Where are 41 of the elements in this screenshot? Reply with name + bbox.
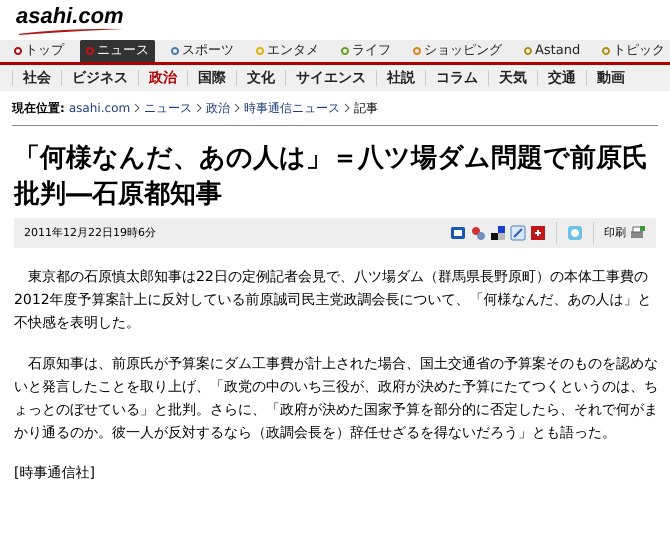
article-title: 「何様なんだ、あの人は」＝八ツ場ダム問題で前原氏批判―石原都知事 bbox=[14, 142, 649, 211]
article-paragraph: 東京都の石原慎太郎知事は22日の定例記者会見で、八ツ場ダム（群馬県長野原町）の本体工事費の2012年度予算案計上に反対している前原誠司民主党政調会長について、「何様なんだ、あの人は」と不快感を表明した。 bbox=[14, 268, 653, 333]
squares-icon[interactable] bbox=[490, 225, 506, 241]
chevron-icon bbox=[196, 103, 202, 113]
category-link[interactable]: 政治 bbox=[138, 70, 187, 86]
nav-tab[interactable]: スポーツ bbox=[165, 40, 240, 62]
category-link[interactable]: ビジネス bbox=[61, 70, 138, 86]
nav-tab[interactable]: Astand bbox=[518, 40, 586, 62]
chevron-icon bbox=[344, 103, 350, 113]
chevron-icon bbox=[234, 103, 240, 113]
breadcrumb-link[interactable]: 政治 bbox=[206, 99, 230, 117]
pencil-icon[interactable] bbox=[510, 225, 526, 241]
breadcrumb-label: 現在位置: bbox=[12, 100, 65, 117]
category-link[interactable]: 動画 bbox=[586, 70, 635, 86]
article-date: 2011年12月22日19時6分 bbox=[24, 224, 156, 241]
site-logo[interactable]: asahi.com bbox=[16, 4, 126, 35]
article-paragraph: 石原知事は、前原氏が予算案にダム工事費が計上された場合、国土交通省の予算案そのものを認めないと発言したことを取り上げ、「政党の中のいち三役が、政府が決めた予算にたてつくというのは、ちょっとのぼせている」と批判。さらに、「政府が決めた国家予算を部分的に否定したら、それで何がまかり通るのか。彼一人が反対するなら（政調会長を）辞任せざるを得ないだろう」とも語った。 bbox=[14, 355, 659, 443]
category-link[interactable]: 天気 bbox=[488, 70, 537, 86]
category-link[interactable]: コラム bbox=[425, 70, 488, 86]
breadcrumb-link[interactable]: 時事通信ニュース bbox=[244, 99, 340, 117]
breadcrumb-current: 記事 bbox=[354, 100, 378, 117]
nav-tab[interactable]: ショッピング bbox=[407, 40, 508, 62]
breadcrumb-link[interactable]: asahi.com bbox=[68, 99, 130, 117]
nav-tab[interactable]: エンタメ bbox=[250, 40, 325, 62]
chevron-icon bbox=[134, 103, 140, 113]
article-source: [時事通信社] bbox=[14, 464, 96, 483]
category-link[interactable]: 社会 bbox=[12, 70, 61, 86]
breadcrumb-link[interactable]: ニュース bbox=[144, 99, 192, 117]
nav-tab[interactable]: トップ bbox=[8, 40, 70, 62]
category-link[interactable]: サイエンス bbox=[285, 70, 376, 86]
nav-tab[interactable]: トピック bbox=[596, 40, 670, 62]
nav-tab[interactable]: ニュース bbox=[80, 40, 155, 62]
category-link[interactable]: 文化 bbox=[236, 70, 285, 86]
category-link[interactable]: 国際 bbox=[187, 70, 236, 86]
bookmark-icon[interactable] bbox=[450, 225, 466, 241]
plus-icon[interactable] bbox=[530, 225, 546, 241]
print-link[interactable]: 印刷 bbox=[604, 224, 626, 242]
printer-icon[interactable] bbox=[630, 225, 646, 241]
category-link[interactable]: 交通 bbox=[537, 70, 586, 86]
nav-tab[interactable]: ライフ bbox=[335, 40, 397, 62]
category-link[interactable]: 社説 bbox=[376, 70, 425, 86]
